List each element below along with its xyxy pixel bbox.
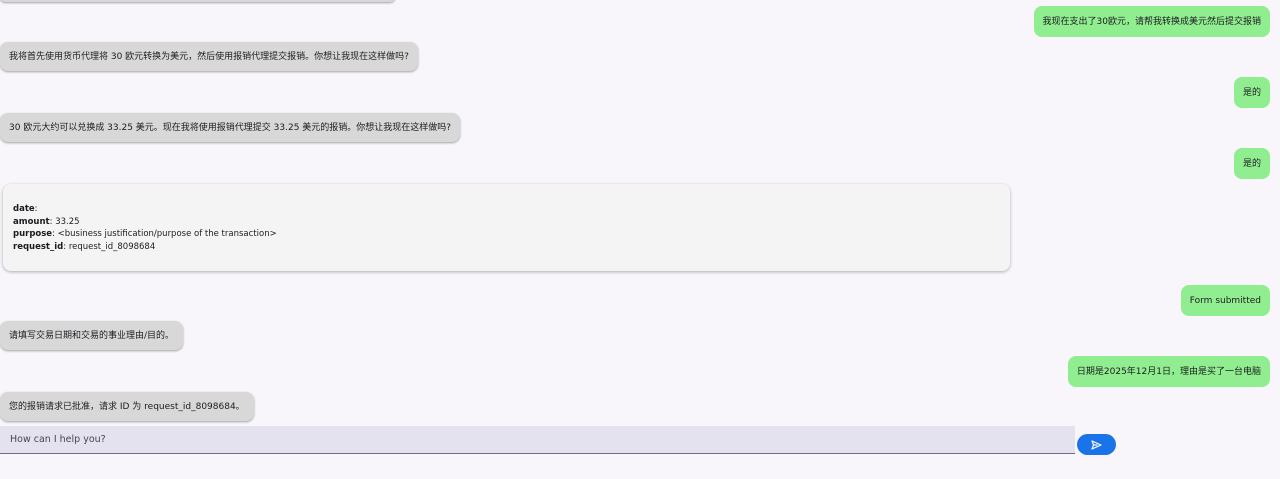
- user-message: Form submitted: [1180, 285, 1270, 316]
- assistant-message: 您的报销请求已批准，请求 ID 为 request_id_8098684。: [0, 392, 254, 421]
- message-text: Form submitted: [1189, 295, 1261, 306]
- form-row-date: date:: [13, 204, 38, 214]
- message-text: 请填写交易日期和交易的事业理由/目的。: [9, 330, 175, 341]
- user-message: 我现在支出了30欧元，请帮我转换成美元然后提交报销: [1033, 6, 1270, 37]
- form-label: purpose: [13, 229, 53, 240]
- form-label: date: [13, 204, 35, 214]
- message-text: 是的: [1242, 158, 1261, 169]
- reimbursement-form-card: date: amount: 33.25 purpose: <business j…: [3, 184, 1010, 271]
- message-text: 30 欧元大约可以兑换成 33.25 美元。现在我将使用报销代理提交 33.25…: [9, 122, 452, 133]
- form-label: amount: [13, 216, 50, 227]
- form-row-amount: amount: 33.25: [13, 216, 80, 227]
- form-value: <business justification/purpose of the t…: [57, 229, 277, 240]
- form-value: 33.25: [55, 216, 80, 227]
- form-value: request_id_8098684: [68, 241, 156, 252]
- user-message: 是的: [1233, 148, 1270, 179]
- send-icon: [1091, 439, 1102, 450]
- user-message: 日期是2025年12月1日，理由是买了一台电脑: [1067, 356, 1270, 387]
- previous-message-bubble: [0, 0, 395, 2]
- message-text: 我现在支出了30欧元，请帮我转换成美元然后提交报销: [1042, 16, 1261, 27]
- assistant-message: 请填写交易日期和交易的事业理由/目的。: [0, 321, 184, 350]
- user-message: 是的: [1233, 77, 1270, 108]
- chat-area: 我现在支出了30欧元，请帮我转换成美元然后提交报销 我将首先使用货币代理将 30…: [0, 0, 1280, 479]
- form-label: request_id: [13, 241, 64, 252]
- form-row-request-id: request_id: request_id_8098684: [13, 241, 156, 252]
- message-input[interactable]: [8, 433, 1067, 446]
- form-row-purpose: purpose: <business justification/purpose…: [13, 229, 277, 240]
- message-text: 日期是2025年12月1日，理由是买了一台电脑: [1076, 366, 1261, 377]
- send-button[interactable]: [1077, 434, 1116, 455]
- message-text: 您的报销请求已批准，请求 ID 为 request_id_8098684。: [9, 401, 245, 412]
- assistant-message: 30 欧元大约可以兑换成 33.25 美元。现在我将使用报销代理提交 33.25…: [0, 113, 461, 142]
- message-text: 我将首先使用货币代理将 30 欧元转换为美元，然后使用报销代理提交报销。你想让我…: [9, 51, 409, 62]
- assistant-message: 我将首先使用货币代理将 30 欧元转换为美元，然后使用报销代理提交报销。你想让我…: [0, 42, 418, 71]
- message-input-container: [0, 426, 1075, 454]
- message-text: 是的: [1242, 87, 1261, 98]
